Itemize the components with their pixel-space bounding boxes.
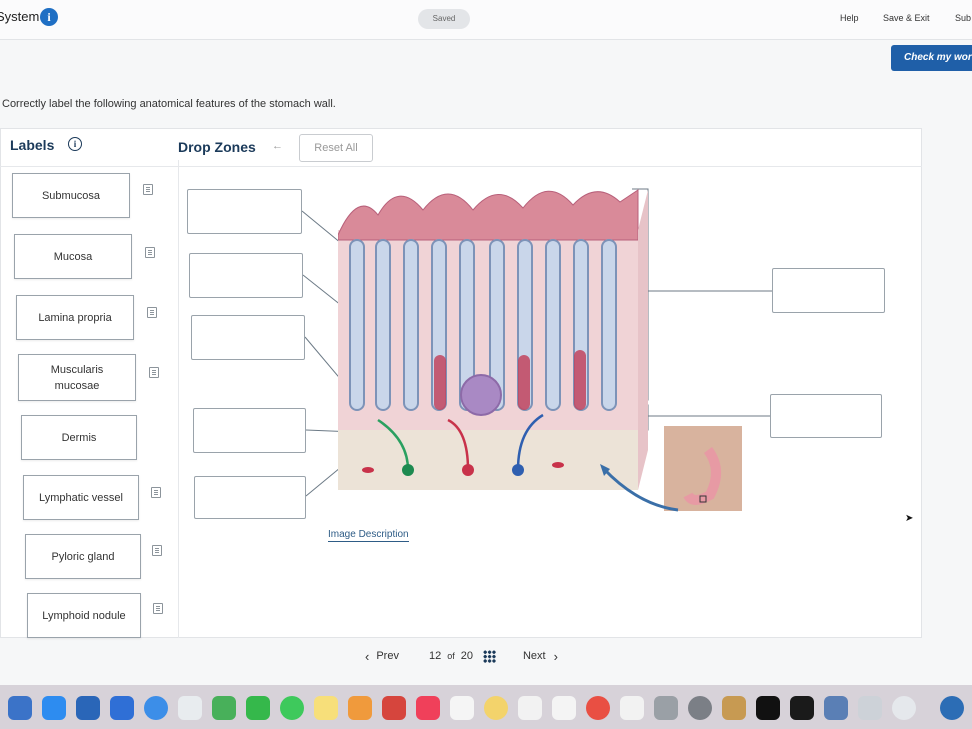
chevron-left-icon[interactable]: ‹ <box>365 649 369 664</box>
drop-zone[interactable] <box>193 408 306 453</box>
preview-icon[interactable] <box>824 696 848 720</box>
launchpad-icon[interactable] <box>620 696 644 720</box>
photo-booth-icon[interactable] <box>382 696 406 720</box>
drop-zone[interactable] <box>772 268 885 313</box>
drop-zone[interactable] <box>187 189 302 234</box>
page-total: 20 <box>460 650 473 662</box>
search-icon[interactable] <box>940 696 964 720</box>
finder-icon[interactable] <box>8 696 32 720</box>
pager: ‹ Prev 12 of 20 Next › <box>365 646 558 666</box>
page-current: 12 <box>428 650 442 662</box>
app-window: System i Saved Help Save & Exit Sub Chec… <box>0 0 972 685</box>
mouse-cursor-icon: ➤ <box>905 513 914 524</box>
gastric-folds <box>338 189 639 241</box>
messages-icon[interactable] <box>280 696 304 720</box>
settings-icon[interactable] <box>688 696 712 720</box>
lymphoid-nodule-shape <box>460 374 502 416</box>
side-face <box>638 190 648 490</box>
lymphatic-vessel-shape <box>402 464 414 476</box>
numbers-icon[interactable] <box>212 696 236 720</box>
news-icon[interactable] <box>552 696 576 720</box>
page-of-label: of <box>447 651 455 661</box>
tv-icon[interactable] <box>756 696 780 720</box>
drop-zone[interactable] <box>770 394 882 438</box>
grid-icon[interactable] <box>482 649 496 663</box>
drop-zone[interactable] <box>189 253 303 298</box>
music-icon[interactable] <box>416 696 440 720</box>
image-description-link[interactable]: Image Description <box>328 529 409 542</box>
pages-icon[interactable] <box>348 696 372 720</box>
stomach-wall-illustration <box>338 189 742 512</box>
prev-button[interactable]: Prev <box>376 650 399 662</box>
photos-icon[interactable] <box>484 696 508 720</box>
facetime-icon[interactable] <box>246 696 270 720</box>
drop-zone[interactable] <box>191 315 305 360</box>
chevron-right-icon[interactable]: › <box>554 649 558 664</box>
submucosa-layer <box>338 430 638 490</box>
drop-zone[interactable] <box>194 476 306 519</box>
screenshot-icon[interactable] <box>654 696 678 720</box>
reminders-icon[interactable] <box>518 696 542 720</box>
mail-icon[interactable] <box>110 696 134 720</box>
chrome-icon[interactable] <box>586 696 610 720</box>
app-store-icon[interactable] <box>42 696 66 720</box>
calendar-icon[interactable] <box>450 696 474 720</box>
safari-icon[interactable] <box>144 696 168 720</box>
podcasts-icon[interactable] <box>790 696 814 720</box>
next-button[interactable]: Next <box>523 650 546 662</box>
files-icon[interactable] <box>858 696 882 720</box>
books-icon[interactable] <box>722 696 746 720</box>
notes-icon[interactable] <box>314 696 338 720</box>
disk-utility-icon[interactable] <box>892 696 916 720</box>
video-app-icon[interactable] <box>76 696 100 720</box>
maps-icon[interactable] <box>178 696 202 720</box>
